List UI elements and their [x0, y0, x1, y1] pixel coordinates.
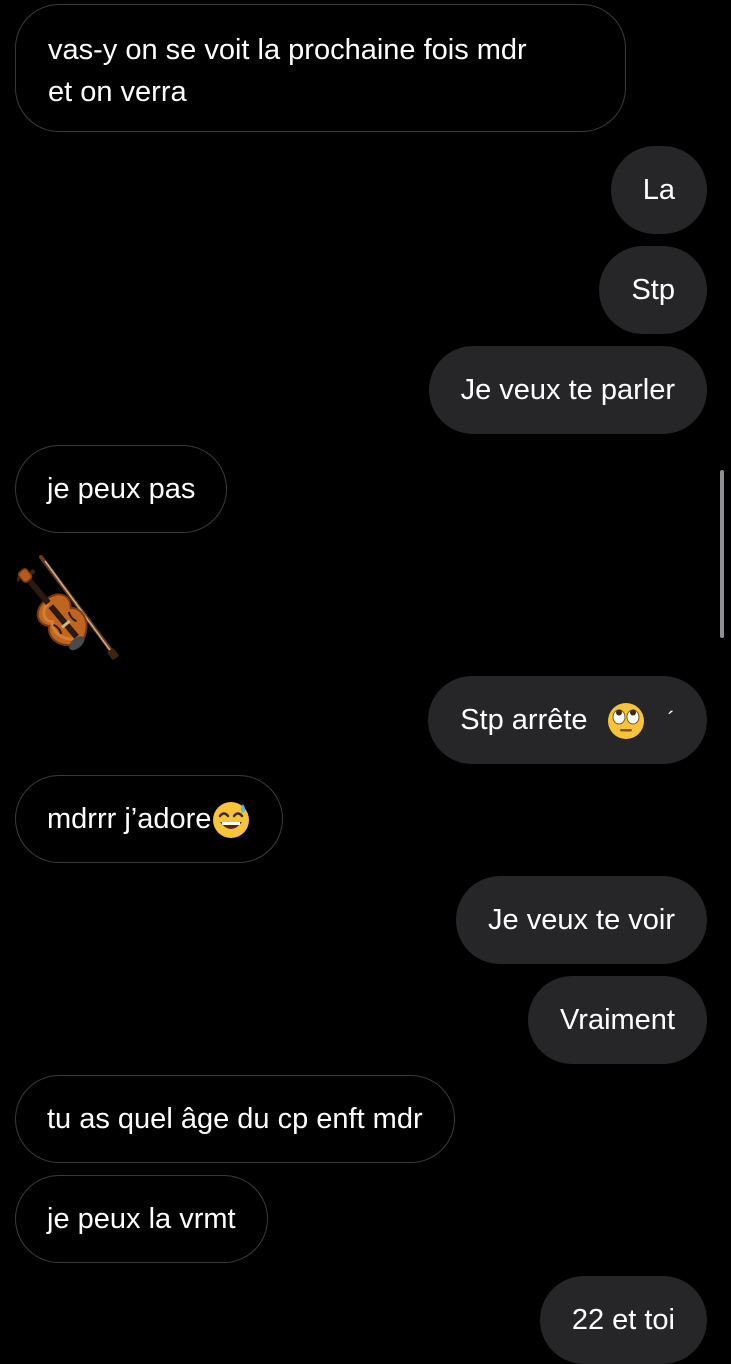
incoming-message[interactable]: vas-y on se voit la prochaine fois mdr e… [15, 4, 626, 132]
message-text: 22 et toi [571, 1304, 675, 1336]
outgoing-message[interactable]: Vraiment [528, 976, 707, 1064]
outgoing-message[interactable]: Je veux te voir [456, 876, 707, 964]
message-text-line-2: et on verra [48, 76, 187, 108]
outgoing-message[interactable]: La [610, 146, 707, 234]
outgoing-message[interactable]: Stp [599, 246, 707, 334]
message-text: Je veux te voir [488, 904, 675, 936]
incoming-message[interactable]: je peux la vrmt [15, 1175, 268, 1263]
message-text: La [642, 174, 675, 206]
incoming-message[interactable]: mdrrr j’adore [15, 775, 284, 863]
message-text: je peux la vrmt [47, 1203, 236, 1235]
message-text-line-1: vas-y on se voit la prochaine fois mdr [48, 34, 527, 66]
scrollbar[interactable] [720, 470, 724, 638]
trailing-mark: ´ [667, 707, 675, 732]
outgoing-message[interactable]: 22 et toi [539, 1276, 707, 1364]
incoming-message[interactable]: tu as quel âge du cp enft mdr [15, 1075, 455, 1163]
outgoing-message[interactable]: Je veux te parler [428, 346, 707, 434]
message-text: Stp arrête [460, 704, 588, 736]
message-text: Je veux te parler [460, 374, 675, 406]
message-text: mdrrr j’adore [47, 803, 212, 835]
message-text: je peux pas [47, 473, 196, 505]
message-text: tu as quel âge du cp enft mdr [47, 1103, 423, 1135]
eye-roll-emoji-icon [607, 703, 644, 740]
sweat-smile-emoji-icon [213, 802, 250, 839]
incoming-message[interactable]: je peux pas [15, 445, 228, 533]
violin-emoji-icon[interactable] [17, 553, 123, 663]
outgoing-message[interactable]: Stp arrête ´ [428, 676, 707, 764]
message-text: Vraiment [560, 1004, 675, 1036]
message-text: Stp [631, 274, 675, 306]
